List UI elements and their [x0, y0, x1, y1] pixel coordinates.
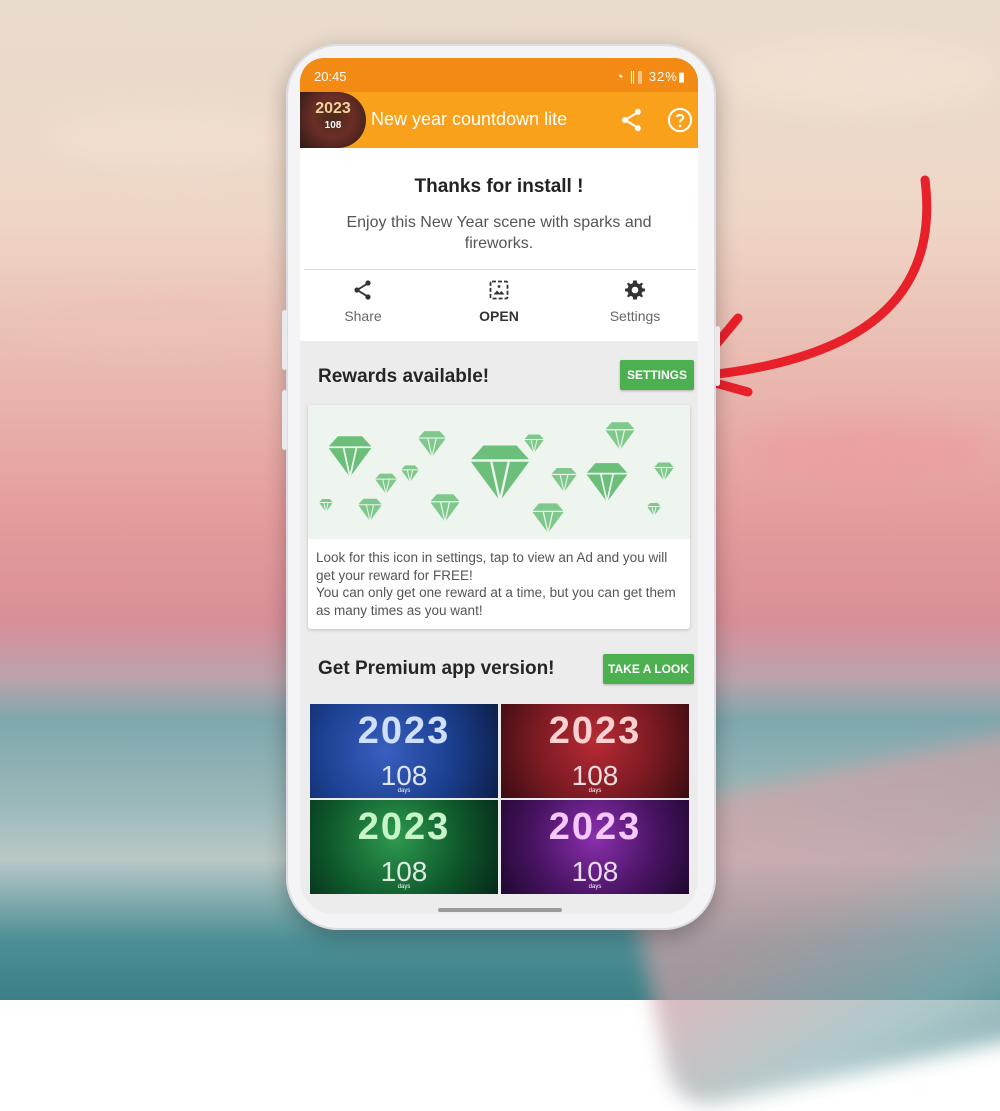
- gear-icon: [625, 280, 645, 300]
- volume-button: [282, 310, 287, 370]
- preview-tile[interactable]: 2023 108 days: [501, 704, 689, 798]
- diamond-icon: [375, 473, 397, 495]
- app-title: New year countdown lite: [371, 109, 568, 129]
- diamond-icon: [654, 462, 674, 482]
- diamond-icon: [319, 422, 674, 534]
- share-icon: [354, 280, 371, 300]
- preview-year: 2023: [357, 806, 451, 848]
- preview-year: 2023: [357, 710, 451, 752]
- diamond-banner: [308, 405, 690, 539]
- install-title: Thanks for install !: [414, 176, 584, 197]
- diamond-icon: [328, 436, 372, 478]
- preview-tile[interactable]: 2023 108 days: [501, 800, 689, 894]
- preview-year: 2023: [548, 806, 642, 848]
- status-time: 20:45: [314, 69, 347, 84]
- help-icon[interactable]: [666, 106, 694, 134]
- take-a-look-button[interactable]: TAKE A LOOK: [603, 654, 694, 684]
- diamond-icon: [358, 498, 382, 522]
- rewards-description: Look for this icon in settings, tap to v…: [316, 549, 686, 619]
- install-card: Thanks for install ! Enjoy this New Year…: [300, 148, 698, 341]
- rewards-title: Rewards available!: [318, 366, 490, 387]
- rewards-card: Look for this icon in settings, tap to v…: [308, 405, 690, 629]
- diamond-icon: [470, 445, 530, 502]
- premium-previews: 2023 108 days 2023 108 days 2023 108 day…: [310, 704, 690, 894]
- preview-days-label: days: [588, 884, 602, 890]
- status-icons: ◔ ∥∥ 32%▮: [615, 69, 686, 84]
- app-bar: 2023 108 New year countdown lite: [300, 92, 698, 148]
- diamond-icon: [430, 494, 460, 523]
- open-image-icon: [489, 280, 509, 300]
- diamond-icon: [319, 499, 333, 513]
- diamond-icon: [401, 465, 419, 483]
- diamond-icon: [532, 503, 564, 534]
- preview-year: 2023: [548, 710, 642, 752]
- preview-days-label: days: [588, 788, 602, 794]
- install-description: Enjoy this New Year scene with sparks an…: [346, 214, 652, 252]
- app-logo-year: 2023: [315, 100, 351, 117]
- preview-days-label: days: [397, 788, 411, 794]
- share-action-label: Share: [344, 308, 382, 324]
- share-action[interactable]: Share: [308, 278, 418, 324]
- divider: [304, 269, 696, 270]
- diamond-icon: [647, 503, 661, 517]
- rewards-text-line1: Look for this icon in settings, tap to v…: [316, 550, 668, 583]
- app-logo: 2023 108: [300, 92, 366, 148]
- diamond-icon: [586, 463, 628, 503]
- share-icon[interactable]: [618, 106, 646, 134]
- settings-button[interactable]: SETTINGS: [620, 360, 694, 390]
- preview-tile[interactable]: 2023 108 days: [310, 704, 498, 798]
- status-bar: 20:45 ◔ ∥∥ 32%▮: [300, 58, 698, 92]
- app-logo-days: 108: [324, 120, 342, 131]
- diamond-icon: [524, 434, 544, 454]
- diamond-icon: [418, 431, 446, 458]
- premium-title: Get Premium app version!: [318, 658, 555, 679]
- power-button: [715, 326, 720, 386]
- settings-action-label: Settings: [609, 308, 661, 324]
- diamond-icon: [605, 422, 635, 451]
- preview-tile[interactable]: 2023 108 days: [310, 800, 498, 894]
- settings-action[interactable]: Settings: [580, 278, 690, 324]
- phone-screen: 20:45 ◔ ∥∥ 32%▮ 2023 108 New year countd…: [300, 58, 698, 914]
- open-action[interactable]: OPEN: [444, 278, 554, 324]
- home-indicator[interactable]: [438, 908, 562, 912]
- open-action-label: OPEN: [479, 308, 519, 324]
- volume-button: [282, 390, 287, 450]
- diamond-icon: [551, 467, 577, 493]
- preview-days-label: days: [397, 884, 411, 890]
- rewards-text-line2: You can only get one reward at a time, b…: [316, 585, 676, 618]
